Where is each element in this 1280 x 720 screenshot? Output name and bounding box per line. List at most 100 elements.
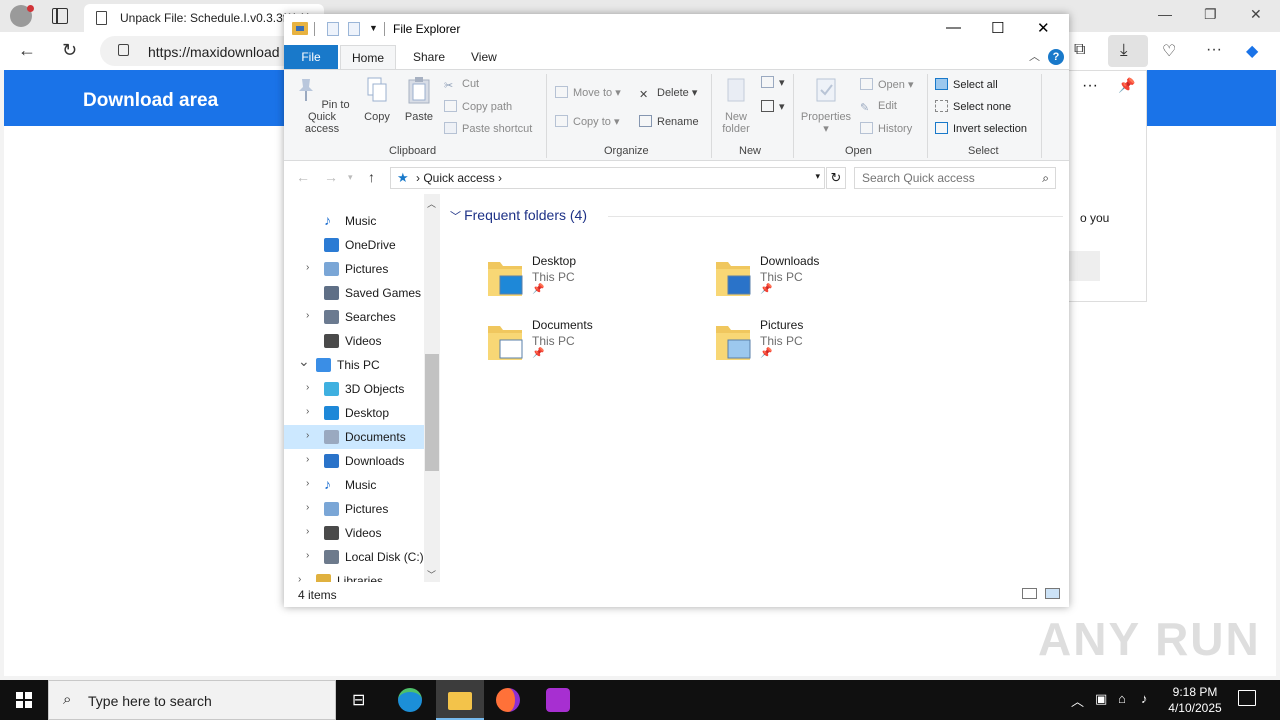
nav-item-videos[interactable]: › Videos <box>284 521 424 545</box>
easy-access-icon[interactable]: ▾ <box>761 100 785 113</box>
minimize-icon[interactable]: — <box>946 19 961 36</box>
folder-tile-downloads[interactable]: Downloads This PC 📌 <box>714 254 914 312</box>
breadcrumb-quick-access[interactable]: Quick access <box>423 171 494 185</box>
folder-tile-documents[interactable]: Documents This PC 📌 <box>486 318 686 376</box>
tab-share[interactable]: Share <box>413 50 445 64</box>
large-icons-view-icon[interactable] <box>1045 588 1060 599</box>
collapse-ribbon-icon[interactable]: ︿ <box>1029 48 1040 64</box>
browser-essentials-icon[interactable]: ♡ <box>1162 41 1176 61</box>
recent-locations-icon[interactable]: ▾ <box>348 172 353 183</box>
expand-chevron-icon[interactable]: › <box>306 502 309 513</box>
rename-button[interactable]: Rename <box>639 115 699 128</box>
scroll-down-icon[interactable]: ﹀ <box>427 568 436 581</box>
nav-item-saved-games[interactable]: Saved Games <box>284 281 424 305</box>
taskbar-search[interactable]: ⌕ Type here to search <box>48 680 336 720</box>
up-icon[interactable]: ↑ <box>368 169 375 185</box>
expand-chevron-icon[interactable]: › <box>306 430 309 441</box>
expand-chevron-icon[interactable]: › <box>306 526 309 537</box>
taskbar-edge[interactable] <box>386 680 434 720</box>
notifications-icon[interactable] <box>1238 690 1256 706</box>
nav-item-videos[interactable]: Videos <box>284 329 424 353</box>
taskbar-archiver[interactable] <box>534 680 582 720</box>
browser-close-icon[interactable]: ✕ <box>1250 6 1262 23</box>
tab-file[interactable]: File <box>284 45 338 69</box>
select-all-button[interactable]: Select all <box>935 78 998 91</box>
edit-button[interactable]: ✎ Edit <box>860 100 897 114</box>
copy-button[interactable]: Copy <box>360 76 394 123</box>
address-box[interactable]: ★ › Quick access › ▾ <box>390 167 825 189</box>
taskbar-firefox[interactable] <box>484 680 532 720</box>
nav-item-pictures[interactable]: › Pictures <box>284 257 424 281</box>
nav-item-music[interactable]: › ♪ Music <box>284 473 424 497</box>
refresh-button[interactable]: ↻ <box>826 167 846 189</box>
cut-button[interactable]: ✂ Cut <box>444 78 479 92</box>
panel-more-icon[interactable]: ··· <box>1082 77 1098 95</box>
more-menu-icon[interactable]: ··· <box>1206 41 1222 59</box>
breadcrumb[interactable]: › Quick access › <box>416 171 502 185</box>
collections-icon[interactable]: ⧉ <box>1074 41 1085 59</box>
nav-item-onedrive[interactable]: OneDrive <box>284 233 424 257</box>
scroll-thumb[interactable] <box>425 354 439 471</box>
collapse-chevron-icon[interactable]: ﹀ <box>450 211 464 223</box>
tab-actions-icon[interactable] <box>52 8 68 24</box>
details-view-icon[interactable] <box>1022 588 1037 599</box>
copilot-icon[interactable]: ◆ <box>1246 41 1258 61</box>
nav-item-documents[interactable]: › Documents <box>284 425 424 449</box>
start-button[interactable] <box>16 692 32 708</box>
select-none-button[interactable]: Select none <box>935 100 1011 113</box>
back-icon[interactable]: ← <box>18 40 36 61</box>
new-folder-button[interactable]: New folder <box>716 76 756 135</box>
paste-button[interactable]: Paste <box>400 76 438 123</box>
back-icon[interactable]: ← <box>296 169 310 185</box>
properties-quick-icon[interactable] <box>327 22 339 36</box>
browser-restore-icon[interactable]: ❐ <box>1204 6 1217 23</box>
address-dropdown-icon[interactable]: ▾ <box>815 171 820 182</box>
panel-pin-icon[interactable]: 📌 <box>1118 77 1135 94</box>
customize-toolbar-icon[interactable]: ▼ <box>369 23 378 33</box>
close-icon[interactable]: ✕ <box>1037 19 1050 37</box>
nav-item-desktop[interactable]: › Desktop <box>284 401 424 425</box>
device-icon[interactable]: ▣ <box>1095 691 1107 707</box>
nav-item-pictures[interactable]: › Pictures <box>284 497 424 521</box>
delete-button[interactable]: ✕ Delete ▾ <box>639 86 697 101</box>
copy-path-button[interactable]: Copy path <box>444 100 512 113</box>
search-input[interactable] <box>855 168 1025 188</box>
copy-to-button[interactable]: Copy to ▾ <box>555 115 620 128</box>
nav-item-music[interactable]: ♪ Music <box>284 209 424 233</box>
taskbar-file-explorer[interactable] <box>436 680 484 720</box>
properties-button[interactable]: Properties ▾ <box>798 76 854 135</box>
expand-chevron-icon[interactable]: › <box>306 478 309 489</box>
scroll-up-icon[interactable]: ︿ <box>427 197 436 210</box>
help-icon[interactable]: ? <box>1048 49 1064 65</box>
volume-icon[interactable]: ♪ <box>1141 691 1148 706</box>
move-to-button[interactable]: Move to ▾ <box>555 86 621 99</box>
maximize-icon[interactable]: ☐ <box>991 19 1004 37</box>
nav-item-downloads[interactable]: › Downloads <box>284 449 424 473</box>
expand-chevron-icon[interactable]: › <box>306 382 309 393</box>
show-hidden-icons[interactable]: ︿ <box>1071 691 1084 710</box>
task-view-button[interactable]: ⊟ <box>336 680 384 720</box>
nav-item-this-pc[interactable]: ⌄ This PC <box>284 353 424 377</box>
history-button[interactable]: History <box>860 122 912 135</box>
collapse-chevron-icon[interactable]: ⌄ <box>298 353 310 370</box>
open-button[interactable]: Open ▾ <box>860 78 914 91</box>
forward-icon[interactable]: → <box>324 169 338 185</box>
network-icon[interactable]: ⌂ <box>1118 691 1126 706</box>
pin-to-quick-access-button[interactable]: Pin to Quick access <box>290 76 354 135</box>
expand-chevron-icon[interactable]: › <box>306 262 309 273</box>
nav-item-searches[interactable]: › Searches <box>284 305 424 329</box>
tab-home[interactable]: Home <box>340 45 396 70</box>
expand-chevron-icon[interactable]: › <box>306 550 309 561</box>
expand-chevron-icon[interactable]: › <box>306 310 309 321</box>
panel-button[interactable] <box>1068 251 1100 281</box>
nav-item-3d-objects[interactable]: › 3D Objects <box>284 377 424 401</box>
downloads-button[interactable]: ⤓ <box>1108 35 1148 67</box>
folder-tile-desktop[interactable]: Desktop This PC 📌 <box>486 254 686 312</box>
address-bar[interactable]: https://maxidownload <box>100 36 300 66</box>
expand-chevron-icon[interactable]: › <box>306 406 309 417</box>
nav-scrollbar[interactable]: ︿ ﹀ <box>424 194 440 582</box>
tab-view[interactable]: View <box>471 50 497 64</box>
invert-selection-button[interactable]: Invert selection <box>935 122 1027 135</box>
search-box[interactable]: ⌕ <box>854 167 1056 189</box>
clock[interactable]: 9:18 PM 4/10/2025 <box>1160 684 1230 716</box>
